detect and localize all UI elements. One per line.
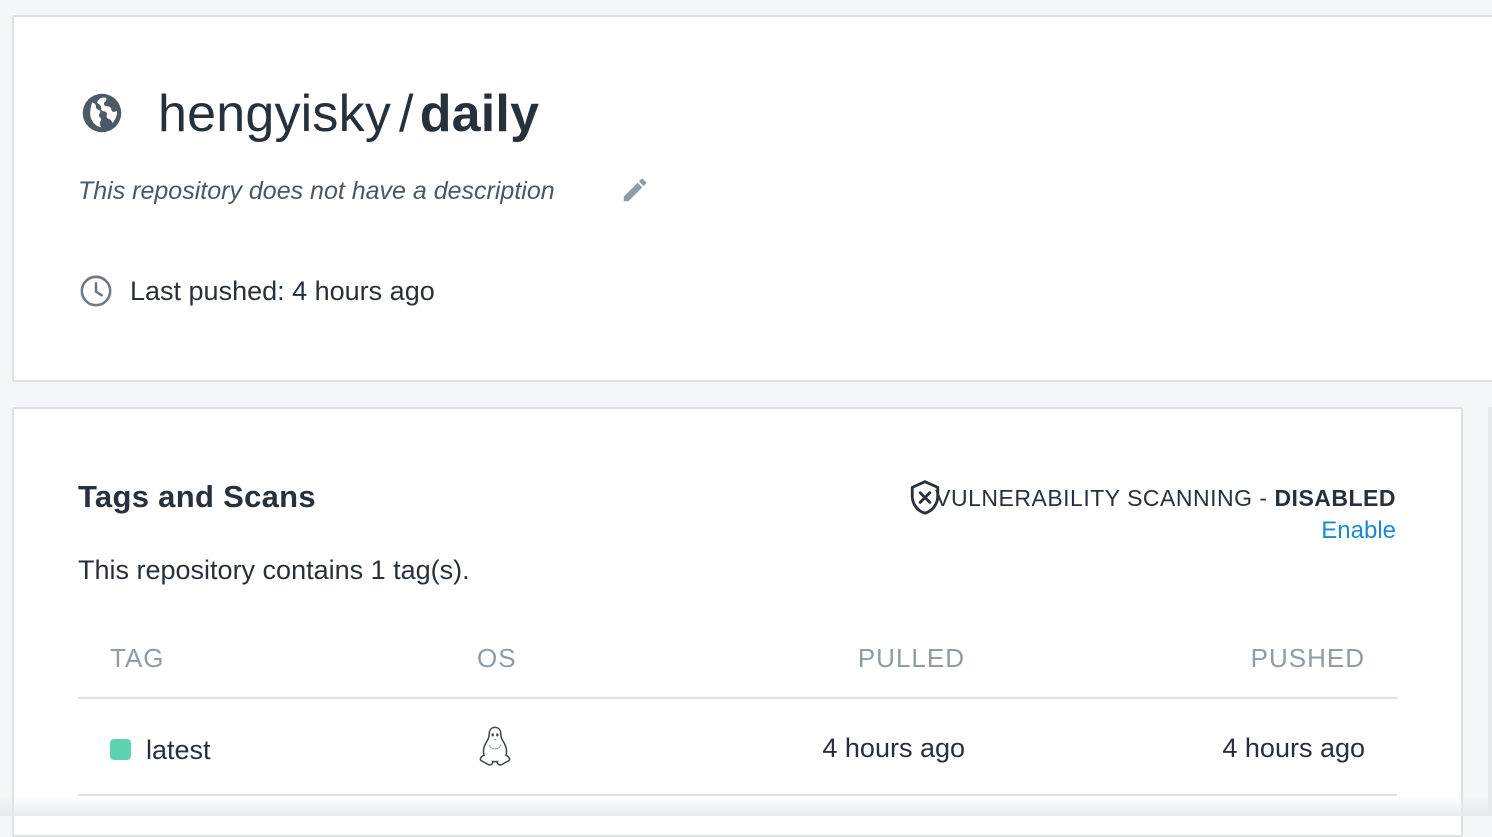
table-header-divider: [78, 697, 1397, 699]
column-header-pushed[interactable]: PUSHED: [1251, 642, 1365, 674]
globe-icon: [82, 93, 122, 133]
repository-title: hengyisky / daily: [158, 84, 539, 144]
column-header-os[interactable]: OS: [477, 642, 517, 674]
tag-count-text: This repository contains 1 tag(s).: [78, 555, 470, 585]
edit-pencil-icon[interactable]: [620, 175, 650, 205]
enable-scanning-link[interactable]: Enable: [1321, 516, 1396, 546]
column-header-tag[interactable]: TAG: [110, 642, 165, 674]
repository-description: This repository does not have a descript…: [78, 177, 555, 205]
tag-pulled-time: 4 hours ago: [822, 733, 965, 763]
last-pushed-text: Last pushed: 4 hours ago: [130, 276, 435, 306]
repository-separator: /: [399, 85, 414, 143]
bottom-fade: [0, 796, 1492, 816]
linux-icon: [479, 726, 511, 766]
vulnerability-scanning-status: VULNERABILITY SCANNING - DISABLED: [935, 483, 1396, 513]
vulnerability-status-badge: DISABLED: [1274, 485, 1396, 511]
clock-icon: [80, 275, 112, 307]
column-header-pulled[interactable]: PULLED: [858, 642, 965, 674]
tag-status-indicator: [110, 739, 131, 760]
tags-and-scans-card: [12, 407, 1463, 837]
repository-namespace: hengyisky: [158, 85, 392, 143]
tag-name-link[interactable]: latest: [146, 733, 211, 767]
adjacent-card-edge: [1488, 407, 1492, 816]
repository-name: daily: [419, 85, 540, 143]
tag-pushed-time: 4 hours ago: [1222, 733, 1365, 763]
vulnerability-label: VULNERABILITY SCANNING -: [935, 485, 1268, 511]
section-title: Tags and Scans: [78, 479, 316, 514]
